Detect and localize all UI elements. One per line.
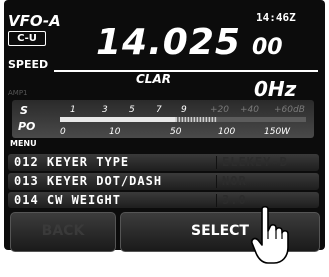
amp-label: AMP1	[8, 89, 28, 97]
meter-bar-fill	[60, 117, 176, 122]
po-meter-tick: 0	[60, 127, 66, 137]
frequency-display-small: 00	[252, 35, 283, 60]
meter-hatch-mark	[181, 117, 184, 122]
meter-svg: S PO 1 3 5 7 9 +20 +40 +60dB 0 10 50 100 150W	[18, 104, 306, 137]
clock: 14:46Z	[256, 11, 296, 24]
po-meter-tick: 50	[170, 127, 182, 137]
menu-item-value: 3.0	[222, 193, 247, 207]
row-divider	[216, 175, 217, 188]
meter-hatch-mark	[196, 117, 199, 122]
s-meter-tick: 7	[156, 105, 162, 115]
s-meter-tick: 9	[181, 105, 187, 115]
radio-screen: VFO-A C-U 14:46Z 14.025 00 SPEED CLAR 0H…	[0, 0, 329, 277]
menu-item-label: 012 KEYER TYPE	[14, 155, 130, 169]
meter-hatch-mark	[193, 117, 196, 122]
s-meter-tick: 1	[70, 105, 76, 115]
s-meter-tick: +60dB	[274, 105, 305, 115]
meter-hatch-mark	[199, 117, 202, 122]
row-divider	[216, 194, 217, 207]
po-meter-tick: 10	[109, 127, 121, 137]
meter-hatch-mark	[208, 117, 211, 122]
meter-hatch-mark	[202, 117, 205, 122]
menu-item-keyer-dot-dash[interactable]: 013 KEYER DOT/DASH NOR	[8, 173, 319, 190]
menu-item-label: 013 KEYER DOT/DASH	[14, 174, 163, 188]
speed-label: SPEED	[8, 58, 49, 71]
meter-hatch-mark	[190, 117, 193, 122]
meter-hatch-mark	[214, 117, 217, 122]
meter-hatch-mark	[184, 117, 187, 122]
meter-hatch-mark	[178, 117, 181, 122]
frequency-underline	[54, 70, 318, 72]
clar-label: CLAR	[136, 72, 171, 86]
meter-hatch-mark	[211, 117, 214, 122]
back-button-label: BACK	[41, 223, 85, 239]
s-meter-tick: +40	[240, 105, 259, 115]
po-tick-group: 0 10 50 100 150W	[60, 127, 291, 137]
signal-meter: S PO 1 3 5 7 9 +20 +40 +60dB 0 10 50 100 150W	[12, 100, 314, 138]
meter-hatch-mark	[175, 117, 178, 122]
meter-hatch-mark	[187, 117, 190, 122]
frequency-display: 14.025	[96, 22, 241, 63]
back-button[interactable]: BACK	[10, 212, 116, 252]
po-meter-tick: 100	[218, 127, 235, 137]
menu-item-keyer-type[interactable]: 012 KEYER TYPE ELEKEY-B	[8, 154, 319, 171]
meter-hatch-mark	[205, 117, 208, 122]
row-divider	[216, 156, 217, 169]
menu-item-value: ELEKEY-B	[222, 155, 288, 169]
clar-value: 0Hz	[254, 77, 297, 101]
meter-s-label: S	[20, 104, 28, 117]
menu-title: MENU	[10, 139, 37, 148]
menu-item-value: NOR	[222, 174, 247, 188]
menu-item-label: 014 CW WEIGHT	[14, 193, 121, 207]
s-meter-tick: 3	[102, 105, 108, 115]
hand-pointer-icon	[251, 205, 289, 264]
meter-po-label: PO	[18, 120, 35, 133]
s-meter-tick: 5	[129, 105, 135, 115]
mode-badge[interactable]: C-U	[8, 31, 46, 46]
vfo-label[interactable]: VFO-A	[8, 12, 61, 30]
po-meter-tick: 150W	[264, 127, 291, 137]
s-meter-tick: +20	[210, 105, 229, 115]
s-tick-group: 1 3 5 7 9 +20 +40 +60dB	[70, 105, 305, 115]
